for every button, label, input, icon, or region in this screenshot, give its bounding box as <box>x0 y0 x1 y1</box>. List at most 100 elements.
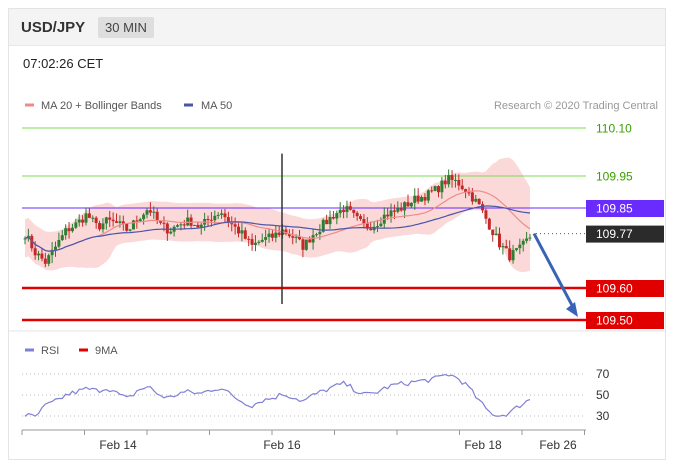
candle-body <box>528 237 532 239</box>
candle-body <box>108 217 112 220</box>
level-label-4: 109.60 <box>596 282 633 296</box>
candle-body <box>43 258 47 264</box>
candle-body <box>189 217 193 226</box>
candle-body <box>504 246 508 249</box>
candle-body <box>91 217 95 219</box>
candle-body <box>209 219 213 221</box>
candle-body <box>135 220 139 222</box>
candle-body <box>196 224 200 228</box>
candle-body <box>223 213 227 218</box>
candle-body <box>491 229 495 236</box>
candle-body <box>447 175 451 185</box>
forecast-arrow-shaft <box>532 232 576 310</box>
candle-body <box>497 233 501 248</box>
candle-body <box>87 213 91 218</box>
candle-body <box>518 244 522 249</box>
candle-body <box>291 236 295 238</box>
candle-body <box>338 209 342 214</box>
candle-body <box>152 211 156 213</box>
candle-body <box>328 216 332 225</box>
candle-body <box>389 210 393 217</box>
candle-body <box>352 209 356 213</box>
level-label-0: 110.10 <box>596 122 632 136</box>
candle-body <box>243 230 247 239</box>
candle-body <box>101 223 105 230</box>
candle-body <box>396 208 400 212</box>
candle-body <box>409 202 413 207</box>
candle-body <box>392 210 396 212</box>
candle-body <box>138 219 142 222</box>
candle-body <box>474 198 478 202</box>
candle-body <box>426 190 430 201</box>
candle-body <box>403 202 407 211</box>
candle-body <box>314 234 318 236</box>
legend-label-9ma: 9MA <box>95 345 118 357</box>
candle-body <box>176 225 180 227</box>
candle-body <box>186 217 190 226</box>
candle-body <box>508 248 512 261</box>
x-tick-label-3: Feb 26 <box>539 438 577 452</box>
candle-body <box>206 219 210 221</box>
candle-body <box>213 215 217 221</box>
x-tick-label-0: Feb 14 <box>99 438 137 452</box>
candle-body <box>131 220 135 230</box>
candle-body <box>67 228 71 232</box>
candle-body <box>277 232 281 235</box>
candle-body <box>37 253 41 256</box>
candle-body <box>436 186 440 193</box>
bollinger-band <box>25 157 530 273</box>
candle-body <box>128 229 132 231</box>
candle-body <box>145 210 149 215</box>
candle-body <box>511 250 515 261</box>
rsi-tick-2: 30 <box>596 409 610 423</box>
candle-body <box>33 248 37 256</box>
candle-body <box>220 213 224 215</box>
candle-body <box>216 214 220 216</box>
chart-svg: MA 20 + Bollinger Bands MA 50 Research © 2… <box>9 100 665 452</box>
candle-body <box>470 192 474 202</box>
legend-label-ma20: MA 20 + Bollinger Bands <box>41 100 162 112</box>
candle-body <box>399 208 403 211</box>
candle-body <box>335 213 339 219</box>
candle-body <box>355 212 359 217</box>
level-label-1: 109.95 <box>596 170 633 184</box>
candle-body <box>257 241 261 243</box>
candle-body <box>267 233 271 238</box>
legend-label-rsi: RSI <box>41 345 59 357</box>
candle-body <box>375 226 379 228</box>
candle-body <box>192 224 196 226</box>
candle-body <box>420 196 424 202</box>
candle-body <box>155 211 159 221</box>
candle-body <box>342 209 346 213</box>
candle-body <box>233 224 237 227</box>
candle-body <box>84 213 88 223</box>
candle-body <box>318 231 322 235</box>
rsi-tick-1: 50 <box>596 388 610 402</box>
candle-body <box>182 224 186 226</box>
candle-body <box>494 233 498 236</box>
candle-body <box>386 214 390 217</box>
candle-body <box>345 206 349 213</box>
candle-body <box>304 239 308 250</box>
candle-body <box>467 192 471 194</box>
level-label-3: 109.77 <box>596 227 633 241</box>
candle-body <box>247 238 251 240</box>
level-label-2: 109.85 <box>596 202 633 216</box>
candle-body <box>74 222 78 228</box>
x-tick-label-2: Feb 18 <box>464 438 502 452</box>
candle-body <box>162 222 166 224</box>
candle-body <box>525 238 529 241</box>
candle-body <box>308 239 312 243</box>
candle-body <box>104 217 108 224</box>
candle-body <box>260 239 264 242</box>
candle-body <box>416 195 420 202</box>
candle-body <box>457 179 461 186</box>
candle-body <box>301 239 305 250</box>
candle-body <box>57 240 61 247</box>
candle-body <box>81 219 85 223</box>
rsi-tick-0: 70 <box>596 367 610 381</box>
candle-body <box>77 219 81 223</box>
candle-body <box>94 217 98 224</box>
candle-body <box>484 210 488 219</box>
candle-body <box>274 232 278 238</box>
